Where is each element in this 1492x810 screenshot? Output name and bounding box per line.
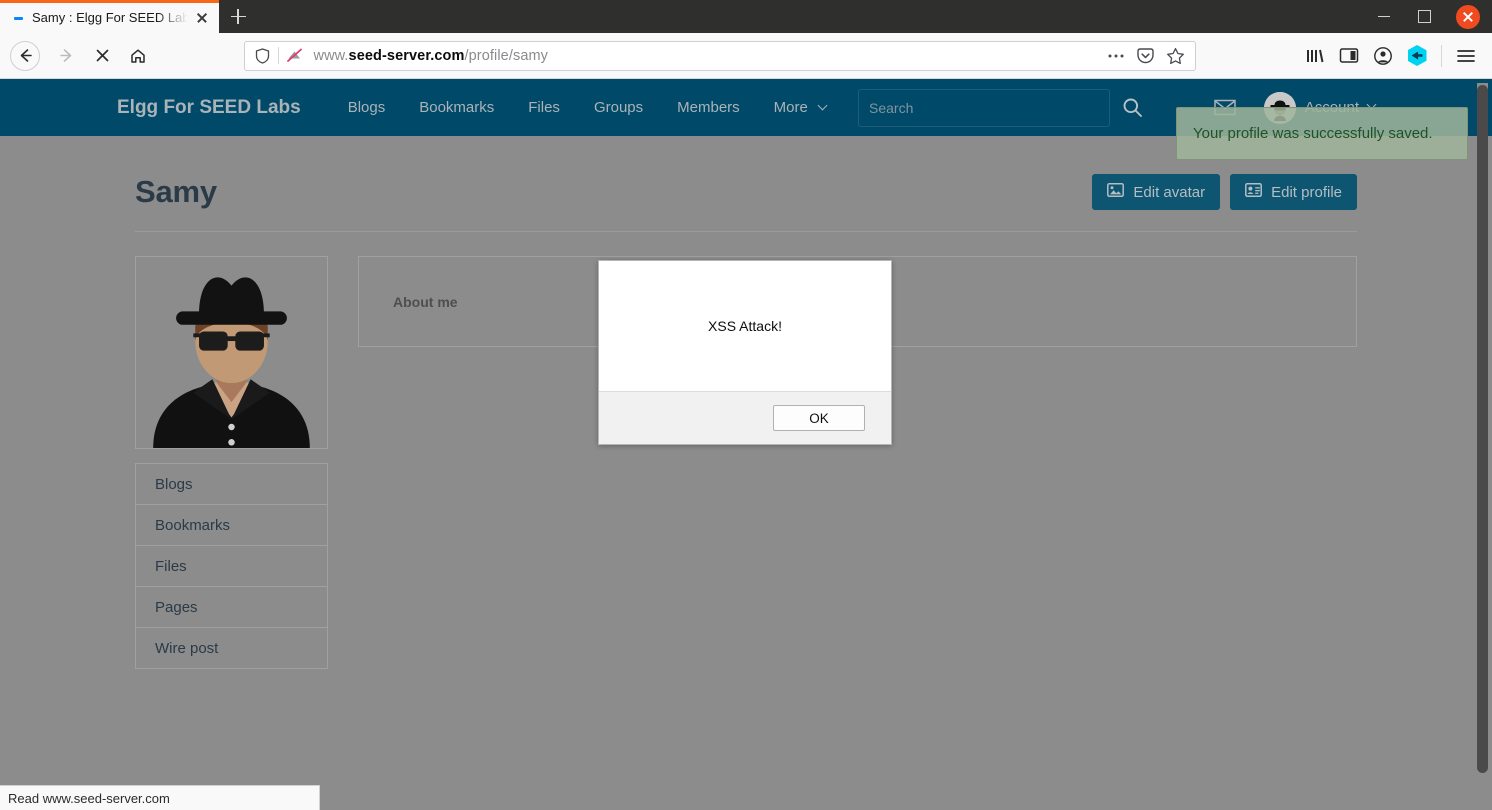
nav-item-files[interactable]: Files [528, 99, 560, 116]
sidebar-item-wire-post[interactable]: Wire post [136, 627, 327, 668]
search-input[interactable]: Search [858, 88, 1111, 127]
window-controls [1364, 0, 1492, 33]
forward-arrow-icon [50, 40, 82, 72]
nav-item-groups[interactable]: Groups [594, 99, 643, 116]
page-actions: Edit avatar Edit profile [1092, 174, 1357, 210]
page-scrollbar[interactable] [1477, 83, 1488, 795]
about-me-title: About me [393, 293, 458, 310]
library-icon[interactable] [1299, 40, 1331, 72]
sidebar-item-files[interactable]: Files [136, 545, 327, 586]
url-text: www.seed-server.com/profile/samy [308, 48, 1103, 64]
notification-message: Your profile was successfully saved. [1193, 125, 1433, 142]
profile-menu: Blogs Bookmarks Files Pages Wire post [135, 463, 328, 669]
nav-item-more-label: More [773, 99, 808, 116]
nav-item-members[interactable]: Members [677, 99, 740, 116]
home-icon[interactable] [122, 40, 154, 72]
account-icon[interactable] [1367, 40, 1399, 72]
alert-footer: OK [599, 391, 891, 444]
status-text: Read www.seed-server.com [8, 790, 170, 806]
sidebar-icon[interactable] [1333, 40, 1365, 72]
tab-strip: Samy : Elgg For SEED Lab [0, 0, 257, 33]
nav-item-more[interactable]: More [773, 99, 828, 116]
extension-icon[interactable] [1401, 40, 1433, 72]
sidebar-item-pages[interactable]: Pages [136, 586, 327, 627]
page-title: Samy [135, 174, 217, 209]
image-icon [1107, 183, 1125, 201]
sidebar-item-bookmarks[interactable]: Bookmarks [136, 504, 327, 545]
edit-profile-label: Edit profile [1271, 183, 1342, 201]
shield-icon[interactable] [251, 47, 275, 64]
page-viewport: Elgg For SEED Labs Blogs Bookmarks Files… [0, 79, 1492, 810]
tab-title: Samy : Elgg For SEED Lab [32, 10, 190, 25]
chevron-down-icon [817, 100, 828, 111]
alert-ok-button[interactable]: OK [773, 405, 865, 431]
url-bar-actions [1103, 43, 1189, 69]
tab-close-icon[interactable] [193, 9, 211, 27]
stop-x-icon[interactable] [86, 40, 118, 72]
toolbar-divider [1441, 44, 1442, 67]
browser-tab-active[interactable]: Samy : Elgg For SEED Lab [0, 0, 219, 33]
tab-favicon-icon [12, 12, 24, 24]
title-bar: Samy : Elgg For SEED Lab [0, 0, 1492, 33]
sidebar-item-blogs[interactable]: Blogs [136, 463, 327, 504]
url-bar[interactable]: www.seed-server.com/profile/samy [243, 40, 1196, 71]
page-actions-icon[interactable] [1103, 43, 1129, 69]
maximize-icon[interactable] [1404, 0, 1444, 33]
nav-item-bookmarks[interactable]: Bookmarks [419, 99, 494, 116]
toolbar-right [1299, 40, 1482, 72]
page-header: Samy Edit avatar Edit profile [117, 160, 1375, 224]
browser-toolbar: www.seed-server.com/profile/samy [0, 33, 1492, 79]
alert-body: XSS Attack! [599, 261, 891, 391]
status-bar: Read www.seed-server.com [0, 785, 320, 810]
minimize-icon[interactable] [1364, 0, 1404, 33]
search-icon[interactable] [1110, 97, 1154, 118]
profile-avatar[interactable] [135, 256, 328, 449]
id-card-icon [1245, 183, 1263, 201]
scrollbar-thumb[interactable] [1477, 85, 1488, 773]
close-icon[interactable] [1444, 0, 1492, 33]
back-arrow-icon[interactable] [10, 40, 40, 71]
tracking-protection-disabled-icon[interactable] [282, 46, 308, 65]
pocket-icon[interactable] [1133, 43, 1159, 69]
browser-window: Samy : Elgg For SEED Lab www.seed-server… [0, 0, 1492, 810]
alert-message: XSS Attack! [708, 318, 782, 334]
url-scheme: www. [313, 47, 349, 64]
search-placeholder: Search [869, 99, 914, 116]
edit-avatar-button[interactable]: Edit avatar [1092, 174, 1221, 210]
url-bar-wrap: www.seed-server.com/profile/samy [158, 40, 1281, 71]
site-brand[interactable]: Elgg For SEED Labs [117, 97, 301, 119]
url-domain: seed-server.com [348, 47, 465, 64]
new-tab-button[interactable] [219, 0, 257, 33]
success-notification[interactable]: Your profile was successfully saved. [1176, 107, 1468, 160]
profile-sidebar: Blogs Bookmarks Files Pages Wire post [135, 256, 328, 669]
javascript-alert-dialog: XSS Attack! OK [598, 260, 892, 445]
edit-avatar-label: Edit avatar [1133, 183, 1206, 201]
hamburger-menu-icon[interactable] [1450, 40, 1482, 72]
star-icon[interactable] [1163, 43, 1189, 69]
edit-profile-button[interactable]: Edit profile [1230, 174, 1357, 210]
nav-item-blogs[interactable]: Blogs [348, 99, 386, 116]
url-path: /profile/samy [464, 47, 549, 64]
